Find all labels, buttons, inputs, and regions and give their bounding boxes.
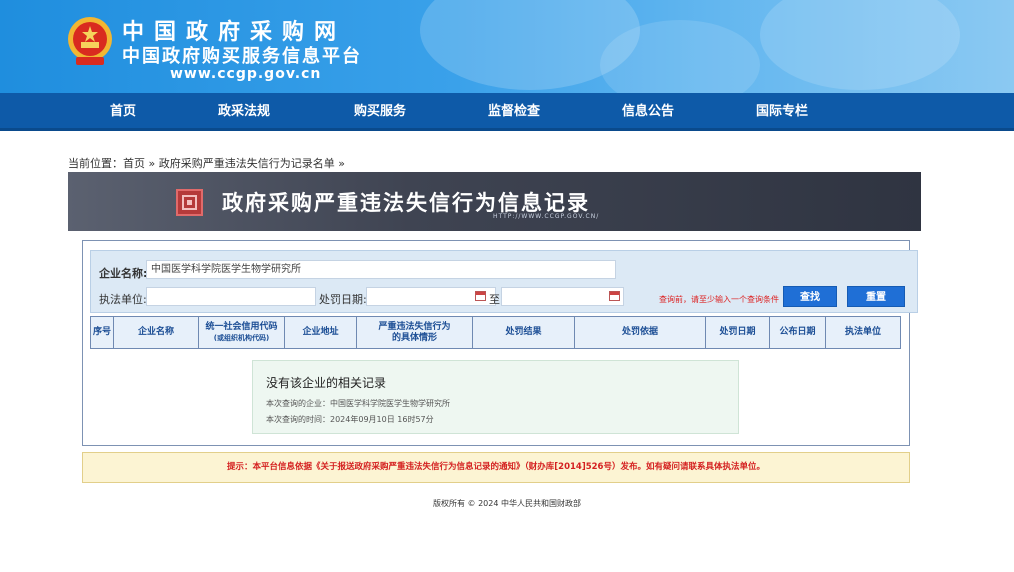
empty-result-message: 没有该企业的相关记录 [266, 376, 387, 390]
reset-button[interactable]: 重置 [847, 286, 905, 307]
breadcrumb-current-link[interactable]: 政府采购严重违法失信行为记录名单 [159, 157, 335, 170]
calendar-icon[interactable] [475, 291, 486, 301]
penalty-date-to-input[interactable] [501, 287, 624, 306]
company-name-label: 企业名称: [99, 267, 148, 280]
breadcrumb-separator: » [145, 157, 159, 170]
breadcrumb-home-link[interactable]: 首页 [123, 157, 145, 170]
query-company: 本次查询的企业：中国医学科学院医学生物学研究所 [266, 399, 450, 408]
search-hint: 查询前，请至少输入一个查询条件 [659, 295, 779, 304]
search-button[interactable]: 查找 [783, 286, 837, 307]
column-header-violation: 严重违法失信行为 的具体情形 [357, 317, 473, 348]
breadcrumb-prefix: 当前位置： [68, 157, 123, 170]
column-header-enforcement-agency: 执法单位 [844, 327, 881, 337]
nav-item-purchase-services[interactable]: 购买服务 [320, 93, 440, 131]
seal-icon [176, 189, 203, 216]
date-to-label: 至 [489, 293, 500, 306]
national-emblem-icon[interactable] [66, 15, 114, 67]
penalty-date-label: 处罚日期: [319, 293, 367, 306]
column-header-penalty-basis: 处罚依据 [575, 317, 706, 348]
nav-item-international[interactable]: 国际专栏 [722, 93, 842, 131]
column-header-company: 企业名称 [114, 317, 199, 348]
site-banner: 中国政府采购网 中国政府购买服务信息平台 www.ccgp.gov.cn [0, 0, 1014, 93]
search-panel: 企业名称: 中国医学科学院医学生物学研究所 执法单位: 处罚日期: 至 查询前，… [90, 250, 918, 313]
main-nav: 首页 政采法规 购买服务 监督检查 信息公告 国际专栏 [0, 93, 1014, 131]
company-name-input[interactable]: 中国医学科学院医学生物学研究所 [146, 260, 616, 279]
page-title-bar: 政府采购严重违法失信行为信息记录 HTTP://WWW.CCGP.GOV.CN/ [68, 172, 921, 231]
nav-item-home[interactable]: 首页 [63, 93, 183, 131]
column-header-credit-code: 统一社会信用代码 (或组织机构代码) [199, 317, 285, 348]
banner-decoration [760, 0, 960, 90]
query-time: 本次查询的时间：2024年09月10日 16时57分 [266, 415, 434, 424]
notice-banner: 提示：本平台信息依据《关于报送政府采购严重违法失信行为信息记录的通知》（财办库[… [82, 452, 910, 483]
agency-input[interactable] [146, 287, 316, 306]
nav-item-supervision[interactable]: 监督检查 [454, 93, 574, 131]
column-header-index: 序号 [91, 317, 114, 348]
column-header-penalty-date: 处罚日期 [706, 317, 770, 348]
nav-item-regulations[interactable]: 政采法规 [184, 93, 304, 131]
empty-result-box: 没有该企业的相关记录 本次查询的企业：中国医学科学院医学生物学研究所 本次查询的… [252, 360, 739, 434]
site-url[interactable]: www.ccgp.gov.cn [170, 66, 321, 82]
breadcrumb: 当前位置：首页 » 政府采购严重违法失信行为记录名单 » [68, 155, 345, 171]
column-header-address: 企业地址 [285, 317, 357, 348]
copyright: 版权所有 © 2024 中华人民共和国财政部 [433, 499, 581, 508]
agency-label: 执法单位: [99, 293, 147, 306]
column-header-publish-date: 公布日期 [770, 317, 826, 348]
breadcrumb-separator: » [334, 157, 345, 170]
column-header-penalty-result: 处罚结果 [473, 317, 575, 348]
page-title-url: HTTP://WWW.CCGP.GOV.CN/ [493, 213, 600, 220]
results-table-header: 序号 企业名称 统一社会信用代码 (或组织机构代码) 企业地址 严重违法失信行为的… [90, 316, 901, 349]
calendar-icon[interactable] [609, 291, 620, 301]
site-subtitle[interactable]: 中国政府购买服务信息平台 [122, 42, 362, 68]
nav-item-announcements[interactable]: 信息公告 [588, 93, 708, 131]
